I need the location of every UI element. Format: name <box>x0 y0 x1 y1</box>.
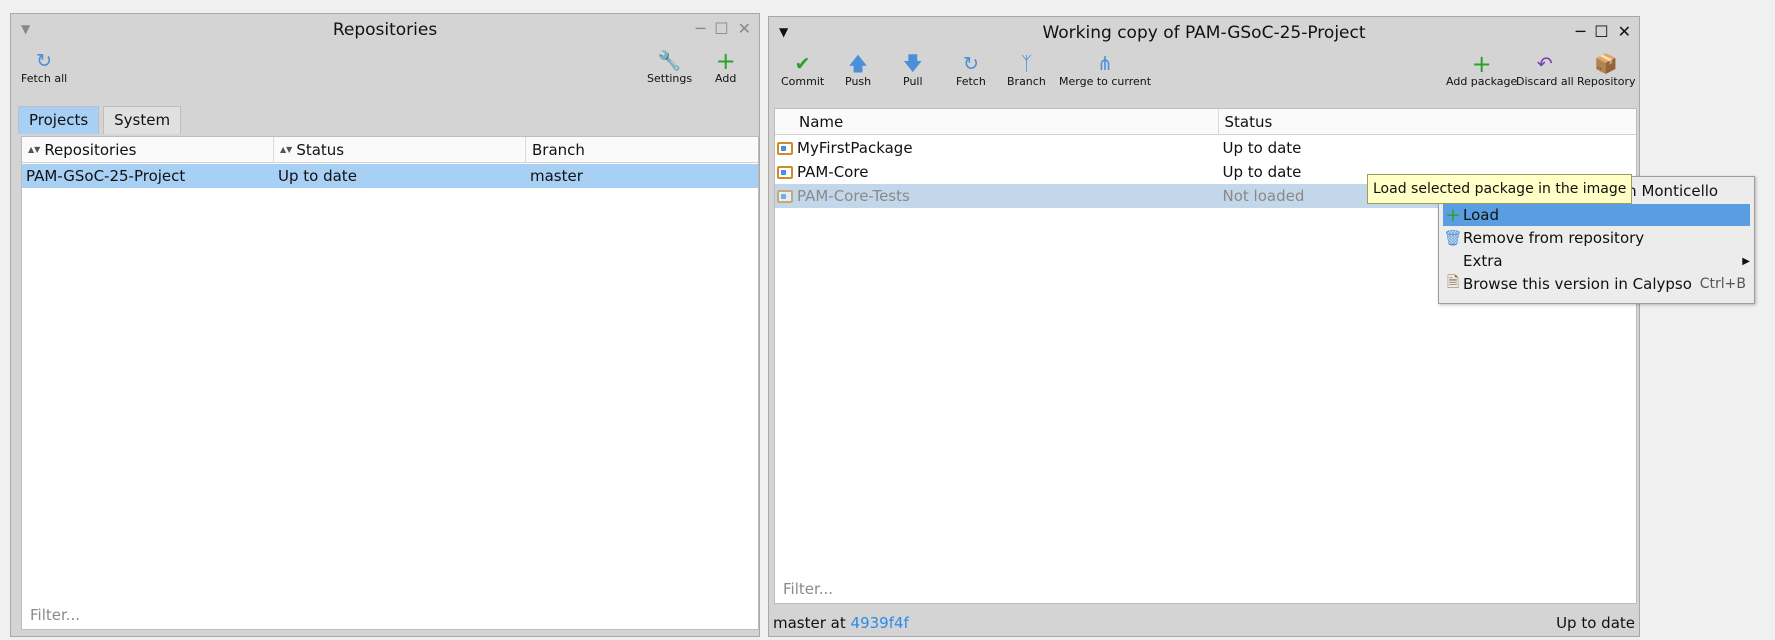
wrench-icon: 🔧 <box>657 50 682 72</box>
refresh-icon: ↻ <box>36 50 53 72</box>
repositories-titlebar[interactable]: ▼ Repositories ─ ☐ ✕ <box>11 14 759 46</box>
working-copy-window: ▼ Working copy of PAM-GSoC-25-Project ─ … <box>768 16 1640 637</box>
working-copy-toolbar: ✔ Commit 🡅 Push 🡇 Pull ↻ Fetch ᛉ Branch … <box>769 49 1639 99</box>
repositories-window: ▼ Repositories ─ ☐ ✕ ↻ Fetch all 🔧 Setti… <box>10 13 760 637</box>
window-title: Working copy of PAM-GSoC-25-Project <box>1042 23 1366 43</box>
undo-icon: ↶ <box>1536 53 1553 75</box>
repositories-table-header: ▲▼ Repositories ▲▼ Status Branch <box>22 137 758 163</box>
merge-icon: ⋔ <box>1097 53 1113 75</box>
load-tooltip: Load selected package in the image <box>1367 174 1633 204</box>
repositories-list-panel: ▲▼ Repositories ▲▼ Status Branch PAM-GSo… <box>21 136 759 630</box>
pull-button[interactable]: 🡇 Pull <box>903 53 923 88</box>
menu-item-remove-from-repository[interactable]: 🗑 Remove from repository <box>1443 227 1750 249</box>
settings-button[interactable]: 🔧 Settings <box>647 50 692 85</box>
branch-info: master at 4939f4f <box>773 614 909 632</box>
fetch-all-button[interactable]: ↻ Fetch all <box>21 50 67 85</box>
shortcut-label: Ctrl+B <box>1699 276 1746 292</box>
status-bar: master at 4939f4f Up to date <box>773 613 1635 633</box>
package-name: PAM-Core-Tests <box>775 187 1218 205</box>
package-name: MyFirstPackage <box>775 139 1218 157</box>
package-status: Up to date <box>1222 139 1302 157</box>
minimize-icon[interactable]: ─ <box>696 19 706 39</box>
repositories-filter-input[interactable] <box>22 601 758 629</box>
tab-projects[interactable]: Projects <box>18 106 100 134</box>
plus-icon: + <box>715 47 736 75</box>
maximize-icon[interactable]: ☐ <box>1594 22 1608 42</box>
package-box-icon: 📦 <box>1594 53 1619 75</box>
push-button[interactable]: 🡅 Push <box>845 53 871 88</box>
package-icon <box>777 166 793 179</box>
fetch-button[interactable]: ↻ Fetch <box>956 53 986 88</box>
plus-icon: + <box>1471 50 1492 78</box>
add-repository-button[interactable]: + Add <box>715 47 737 85</box>
package-icon <box>777 142 793 155</box>
fetch-all-label: Fetch all <box>21 72 68 85</box>
tab-system[interactable]: System <box>103 106 182 134</box>
merge-to-current-button[interactable]: ⋔ Merge to current <box>1059 53 1151 88</box>
plus-icon: + <box>1445 204 1461 226</box>
window-title: Repositories <box>332 20 438 40</box>
close-icon[interactable]: ✕ <box>738 19 751 39</box>
refresh-icon: ↻ <box>962 53 979 75</box>
repository-branch: master <box>530 167 583 185</box>
branch-icon: ᛉ <box>1020 53 1033 75</box>
menu-item-obscured-label: in Monticello <box>1623 182 1719 200</box>
window-menu-arrow-icon[interactable]: ▼ <box>21 22 30 36</box>
minimize-icon[interactable]: ─ <box>1576 22 1586 42</box>
repository-status: Up to date <box>278 167 357 185</box>
repositories-tabs: Projects System <box>18 106 182 134</box>
branch-button[interactable]: ᛉ Branch <box>1007 53 1046 88</box>
submenu-arrow-icon: ▶ <box>1742 255 1750 267</box>
sort-icon: ▲▼ <box>280 145 293 154</box>
commit-hash-link[interactable]: 4939f4f <box>851 614 909 632</box>
packages-filter-input[interactable] <box>775 575 1636 603</box>
packages-table-header: Name Status <box>775 109 1636 135</box>
package-name: PAM-Core <box>775 163 1218 181</box>
column-header-repositories[interactable]: ▲▼ Repositories <box>22 137 274 162</box>
arrow-down-icon: 🡇 <box>903 53 923 75</box>
menu-item-browse-in-calypso[interactable]: 🗎 Browse this version in Calypso Ctrl+B <box>1443 273 1750 295</box>
add-label: Add <box>715 72 737 85</box>
arrow-up-icon: 🡅 <box>848 53 868 75</box>
sort-icon: ▲▼ <box>28 145 41 154</box>
window-menu-arrow-icon[interactable]: ▼ <box>779 25 788 39</box>
column-header-name[interactable]: Name <box>775 109 1219 134</box>
table-row[interactable]: PAM-GSoC-25-Project Up to date master <box>22 164 758 188</box>
menu-item-extra[interactable]: Extra ▶ <box>1443 250 1750 272</box>
column-header-status[interactable]: ▲▼ Status <box>274 137 526 162</box>
trash-icon: 🗑 <box>1443 229 1463 247</box>
close-icon[interactable]: ✕ <box>1618 22 1631 42</box>
column-header-branch[interactable]: Branch <box>526 137 758 162</box>
discard-all-button[interactable]: ↶ Discard all <box>1516 53 1574 88</box>
repository-button[interactable]: 📦 Repository <box>1577 53 1636 88</box>
table-row[interactable]: MyFirstPackage Up to date <box>775 136 1636 160</box>
working-copy-state: Up to date <box>1556 614 1635 632</box>
column-header-status[interactable]: Status <box>1219 109 1637 134</box>
repository-name: PAM-GSoC-25-Project <box>26 167 186 185</box>
commit-button[interactable]: ✔ Commit <box>781 53 824 88</box>
checkmark-icon: ✔ <box>794 53 811 75</box>
package-icon <box>777 190 793 203</box>
settings-label: Settings <box>647 72 693 85</box>
add-package-button[interactable]: + Add package <box>1446 50 1517 88</box>
maximize-icon[interactable]: ☐ <box>714 19 728 39</box>
document-icon: 🗎 <box>1446 272 1460 291</box>
menu-item-load[interactable]: + Load <box>1443 204 1750 226</box>
working-copy-titlebar[interactable]: ▼ Working copy of PAM-GSoC-25-Project ─ … <box>769 17 1639 49</box>
repositories-toolbar: ↻ Fetch all 🔧 Settings + Add <box>11 46 759 94</box>
